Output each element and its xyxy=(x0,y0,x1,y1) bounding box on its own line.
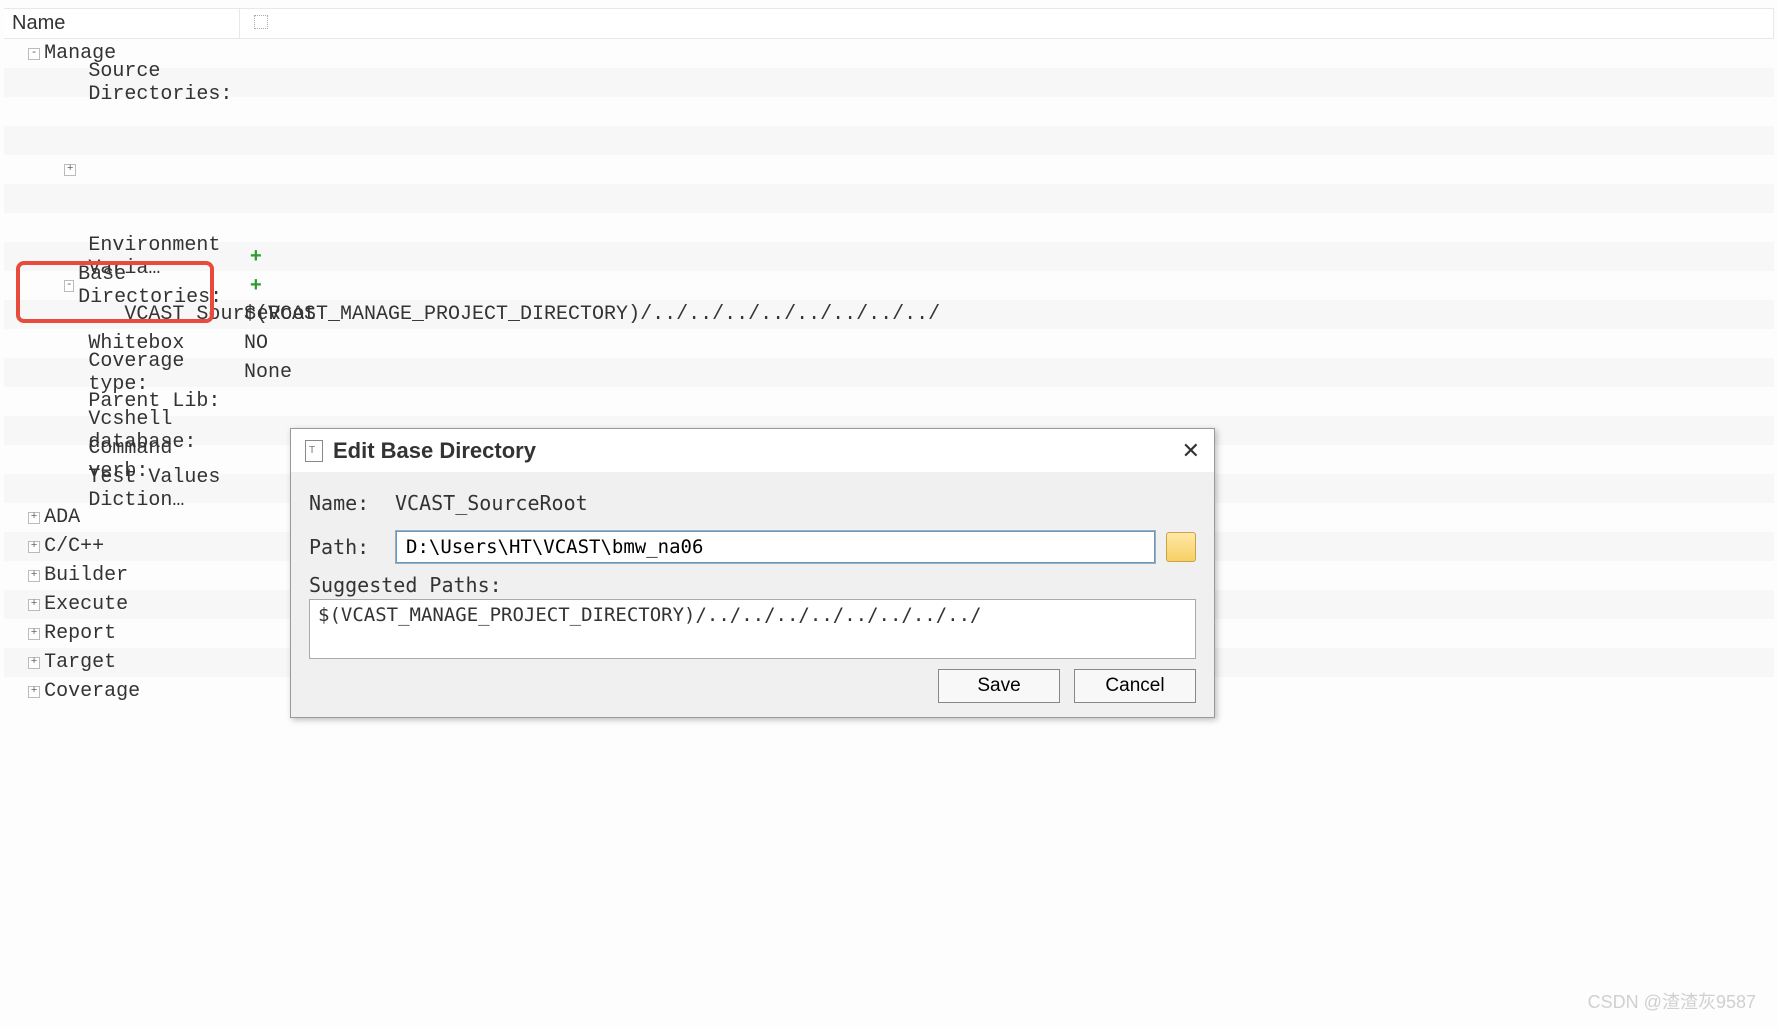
table-row[interactable]: Environment Varia…+ xyxy=(4,242,1774,271)
table-header: Name xyxy=(4,9,1774,39)
row-value-cell[interactable]: $(VCAST_MANAGE_PROJECT_DIRECTORY)/../../… xyxy=(240,303,1774,326)
expand-icon[interactable]: + xyxy=(64,164,76,176)
table-row[interactable]: + xyxy=(4,155,1774,184)
column-header-name[interactable]: Name xyxy=(4,9,240,38)
row-label: Execute xyxy=(44,593,128,616)
expand-icon[interactable]: + xyxy=(28,541,40,553)
row-name-cell[interactable] xyxy=(4,187,240,211)
name-label: Name: xyxy=(309,491,395,515)
row-label: Builder xyxy=(44,564,128,587)
watermark: CSDN @渣渣灰9587 xyxy=(1588,988,1756,1014)
row-name-cell[interactable] xyxy=(4,129,240,153)
path-input[interactable] xyxy=(395,530,1156,564)
expand-icon[interactable]: + xyxy=(28,599,40,611)
suggested-paths-label: Suggested Paths: xyxy=(309,573,1196,597)
row-value-cell[interactable]: None xyxy=(240,361,1774,384)
row-name-cell[interactable] xyxy=(4,100,240,124)
table-row[interactable]: Source Directories: xyxy=(4,68,1774,97)
path-label: Path: xyxy=(309,535,395,559)
row-value: $(VCAST_MANAGE_PROJECT_DIRECTORY)/../../… xyxy=(244,303,940,326)
table-row[interactable] xyxy=(4,97,1774,126)
row-name-cell[interactable]: VCAST_SourceRoot xyxy=(4,303,240,327)
add-icon[interactable]: + xyxy=(250,274,262,297)
suggested-path-item[interactable]: $(VCAST_MANAGE_PROJECT_DIRECTORY)/../../… xyxy=(318,604,1187,626)
expand-icon[interactable]: + xyxy=(28,628,40,640)
table-row[interactable] xyxy=(4,213,1774,242)
dialog-titlebar: Edit Base Directory ✕ xyxy=(291,429,1214,473)
table-row[interactable]: -Manage xyxy=(4,39,1774,68)
table-row[interactable]: Parent Lib: xyxy=(4,387,1774,416)
row-label: Report xyxy=(44,622,116,645)
row-name-cell[interactable]: + Target xyxy=(4,651,240,675)
name-value: VCAST_SourceRoot xyxy=(395,491,588,515)
suggested-paths-list[interactable]: $(VCAST_MANAGE_PROJECT_DIRECTORY)/../../… xyxy=(309,599,1196,659)
add-icon[interactable]: + xyxy=(250,245,262,268)
column-header-value[interactable] xyxy=(240,9,1774,38)
row-value-cell[interactable]: + xyxy=(240,274,1774,297)
row-value: NO xyxy=(244,332,268,355)
row-name-cell[interactable]: + Builder xyxy=(4,564,240,588)
document-icon xyxy=(305,440,323,462)
row-label: Coverage xyxy=(44,680,140,703)
row-name-cell[interactable]: + Coverage xyxy=(4,680,240,704)
table-row[interactable]: WhiteboxNO xyxy=(4,329,1774,358)
row-name-cell[interactable]: + ADA xyxy=(4,506,240,530)
table-row[interactable]: VCAST_SourceRoot$(VCAST_MANAGE_PROJECT_D… xyxy=(4,300,1774,329)
save-button[interactable]: Save xyxy=(938,669,1060,703)
row-name-cell[interactable]: + Report xyxy=(4,622,240,646)
row-name-cell[interactable]: + C/C++ xyxy=(4,535,240,559)
close-icon[interactable]: ✕ xyxy=(1182,438,1200,464)
expand-icon[interactable]: + xyxy=(28,512,40,524)
expand-icon[interactable]: + xyxy=(28,686,40,698)
collapse-icon[interactable]: - xyxy=(28,48,40,60)
row-name-cell[interactable]: + Execute xyxy=(4,593,240,617)
dialog-title-text: Edit Base Directory xyxy=(333,438,536,464)
row-label: ADA xyxy=(44,506,80,529)
row-name-cell[interactable]: + xyxy=(4,158,240,182)
collapse-icon[interactable]: - xyxy=(64,280,74,292)
edit-base-directory-dialog: Edit Base Directory ✕ Name: VCAST_Source… xyxy=(290,428,1215,718)
row-value: None xyxy=(244,361,292,384)
table-row[interactable] xyxy=(4,126,1774,155)
gear-icon[interactable] xyxy=(254,15,268,29)
row-label: Target xyxy=(44,651,116,674)
expand-icon[interactable]: + xyxy=(28,657,40,669)
row-label: C/C++ xyxy=(44,535,104,558)
browse-folder-icon[interactable] xyxy=(1166,532,1196,562)
cancel-button[interactable]: Cancel xyxy=(1074,669,1196,703)
row-value-cell[interactable]: NO xyxy=(240,332,1774,355)
table-row[interactable] xyxy=(4,184,1774,213)
table-row[interactable]: -Base Directories:+ xyxy=(4,271,1774,300)
table-row[interactable]: Coverage type:None xyxy=(4,358,1774,387)
expand-icon[interactable]: + xyxy=(28,570,40,582)
row-value-cell[interactable]: + xyxy=(240,245,1774,268)
